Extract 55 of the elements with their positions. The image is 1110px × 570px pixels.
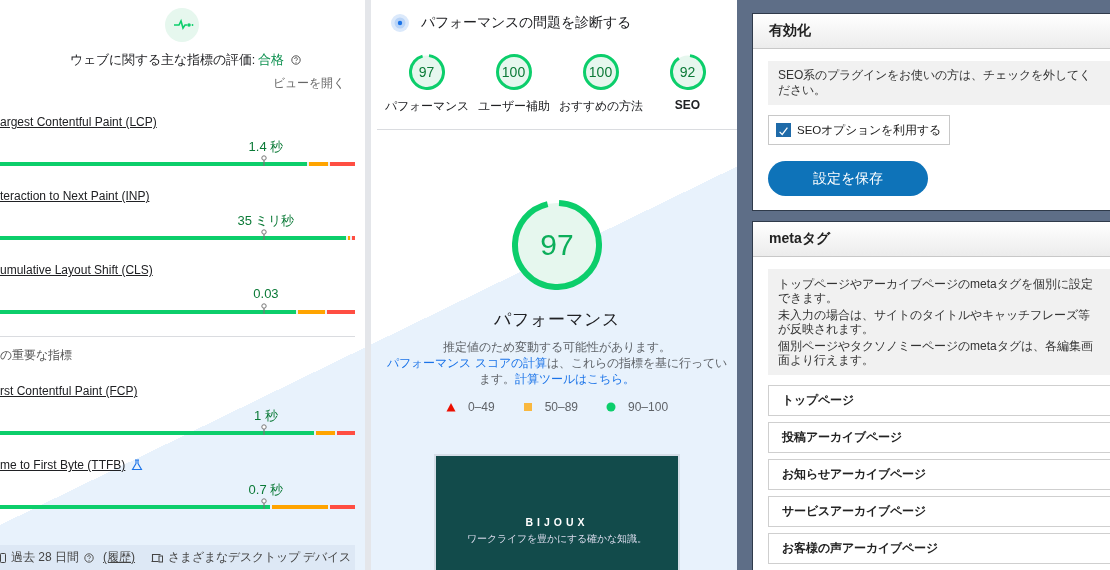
score-value: 100: [587, 63, 614, 82]
score-value: 100: [500, 63, 527, 82]
category-label[interactable]: おすすめの方法: [558, 98, 643, 115]
assessment-status: 合格: [258, 51, 285, 69]
metric-value: 1.4 秒: [248, 138, 284, 156]
site-logo: BIJOUX: [525, 515, 589, 528]
text-link[interactable]: 計算ツールはこちら。: [515, 372, 635, 386]
option-checkbox[interactable]: SEOオプションを利用する: [768, 115, 951, 145]
score-value: 92: [678, 63, 697, 82]
metric-value: 0.03: [253, 286, 279, 301]
score-value: 97: [417, 63, 436, 82]
category-label[interactable]: パフォーマンス: [384, 98, 469, 115]
metric-value: 1 秒: [254, 407, 278, 425]
metric-value: 35 ミリ秒: [237, 212, 295, 230]
accordion-item[interactable]: サービスアーカイブページ: [768, 496, 1110, 527]
legend-label: 90–100: [628, 400, 669, 414]
metric-value: 0.7 秒: [248, 481, 284, 499]
help-icon[interactable]: [84, 552, 94, 563]
category-label[interactable]: SEO: [674, 98, 701, 112]
metric-name-link[interactable]: argest Contentful Paint (LCP): [0, 115, 157, 129]
metric-name-link[interactable]: me to First Byte (TTFB): [0, 458, 126, 472]
text-link[interactable]: パフォーマンス スコアの計算: [387, 356, 547, 370]
legend-label: 0–49: [467, 400, 495, 414]
devices-icon: [150, 552, 163, 563]
square-icon: [522, 402, 533, 412]
category-label[interactable]: ユーザー補助: [477, 98, 550, 115]
notice-text: SEO系のプラグインをお使いの方は、チェックを外してください。: [768, 61, 1110, 105]
period-label: 過去 28 日間: [11, 549, 79, 566]
save-button[interactable]: 設定を保存: [768, 161, 928, 196]
site-tagline: ワークライフを豊かにする確かな知識。: [467, 531, 647, 546]
score-value: 97: [539, 227, 575, 263]
legend-label: 50–89: [544, 400, 578, 414]
accordion-item[interactable]: トップページ: [768, 385, 1110, 416]
metric-name-link[interactable]: umulative Layout Shift (CLS): [0, 263, 153, 277]
open-view-link[interactable]: ビューを開く: [273, 75, 345, 92]
metric-name-link[interactable]: teraction to Next Paint (INP): [0, 189, 150, 203]
notice-text: トップページやアーカイブページのmetaタグを個別に設定できます。: [778, 277, 1094, 305]
radar-icon: [391, 14, 409, 32]
history-link[interactable]: (履歴): [103, 549, 135, 566]
score-title: パフォーマンス: [494, 309, 620, 331]
pulse-icon: [164, 8, 199, 42]
description-text: 推定値のため変動する可能性があります。 パフォーマンス スコアの計算は、これらの指標を基に行っています。計算ツールはこちら。: [386, 339, 728, 387]
accordion-item[interactable]: お知らせアーカイブページ: [768, 459, 1110, 490]
notice-text: 個別ページやタクソノミーページのmetaタグは、各編集画面より行えます。: [778, 339, 1094, 367]
accordion-item[interactable]: お客様の声アーカイブページ: [768, 533, 1110, 564]
assessment-heading: ウェブに関する主な指標の評価:: [69, 51, 256, 69]
triangle-icon: [445, 402, 456, 412]
section-heading: の重要な指標: [0, 347, 73, 361]
circle-icon: [606, 402, 616, 412]
panel-title: パフォーマンスの問題を診断する: [421, 14, 631, 32]
devices-label: さまざまなデスクトップ デバイス: [167, 549, 351, 566]
metric-name-link[interactable]: rst Contentful Paint (FCP): [0, 384, 138, 398]
accordion-item[interactable]: 投稿アーカイブページ: [768, 422, 1110, 453]
help-icon[interactable]: [291, 55, 302, 65]
notice-text: 未入力の場合は、サイトのタイトルやキャッチフレーズ等が反映されます。: [778, 308, 1091, 336]
